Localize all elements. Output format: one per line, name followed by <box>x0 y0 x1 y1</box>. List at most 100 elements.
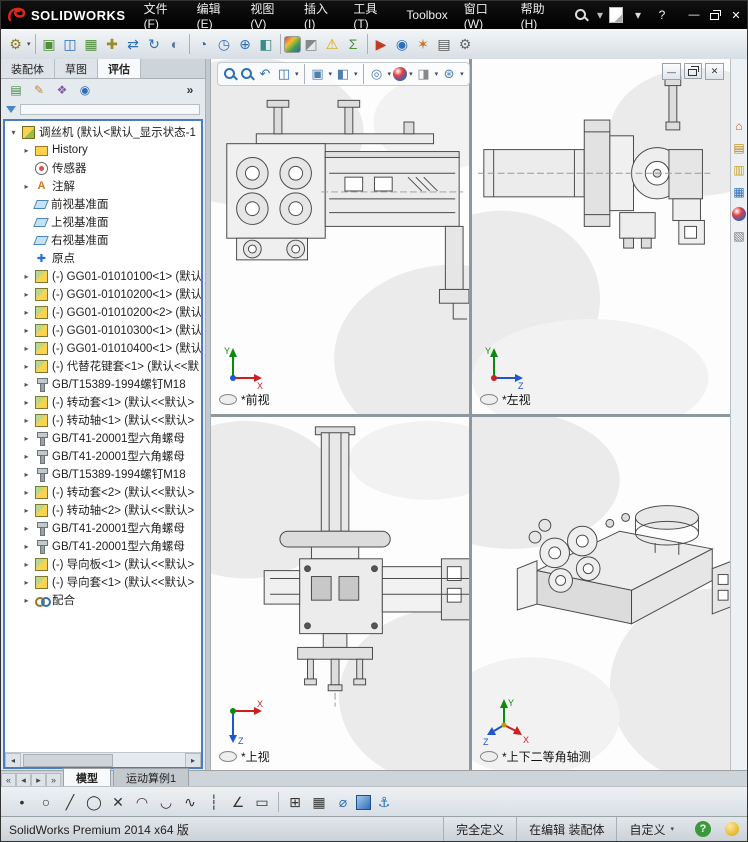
linear-sketch-pattern-icon[interactable]: ▦ <box>308 791 330 813</box>
filter-field[interactable] <box>20 103 200 115</box>
expander-icon[interactable]: ▸ <box>22 146 31 155</box>
first-tab-icon[interactable]: « <box>1 773 16 787</box>
dropdown-caret-icon[interactable]: ▾ <box>435 70 439 78</box>
close-button[interactable]: ✕ <box>725 6 747 24</box>
view-palette-icon[interactable]: ▦ <box>732 185 746 199</box>
section-properties-icon[interactable]: ◧ <box>256 34 277 55</box>
tangent-arc-icon[interactable]: ◡ <box>155 791 177 813</box>
3d-sketch-icon[interactable] <box>356 794 371 810</box>
assembly-visualization-icon[interactable]: ⚠ <box>322 34 343 55</box>
section-view-icon[interactable]: ◫ <box>275 65 293 83</box>
tree-item[interactable]: ▸ (-) GG01-01010400<1> (默认 <box>5 339 201 357</box>
tree-item[interactable]: 前视基准面 <box>5 195 201 213</box>
edit-appearance-icon[interactable] <box>283 35 301 53</box>
doc-restore-icon[interactable] <box>684 63 702 79</box>
displaymanager-icon[interactable]: ◉ <box>75 81 95 99</box>
expander-icon[interactable]: ▸ <box>22 596 31 605</box>
measure-icon[interactable]: ◷ <box>214 34 235 55</box>
expander-icon[interactable]: ▸ <box>22 416 31 425</box>
new-document-caret-icon[interactable]: ▾ <box>629 6 647 24</box>
graphics-area[interactable]: ↶ ◫ ▾ ▣ ▾ ◧ ▾ ◎ ▾ ▾ ◨ ▾ ⊛ ▾ — ✕ Y X *前视 … <box>211 59 730 771</box>
tree-item[interactable]: ▸ (-) GG01-01010300<1> (默认 <box>5 321 201 339</box>
tree-item[interactable]: ▸ (-) 转动轴<2> (默认<<默认> <box>5 501 201 519</box>
appearances-icon[interactable] <box>732 207 746 221</box>
tree-item[interactable]: ▸ GB/T41-20001型六角螺母 <box>5 447 201 465</box>
tree-item[interactable]: ▸ (-) 导向板<1> (默认<<默认> <box>5 555 201 573</box>
expander-icon[interactable]: ▸ <box>22 578 31 587</box>
viewport-isometric[interactable]: Y X Z *上下二等角轴测 <box>472 416 730 771</box>
last-tab-icon[interactable]: » <box>46 773 61 787</box>
apply-scene-icon[interactable]: ◨ <box>415 65 433 83</box>
expander-icon[interactable]: ▸ <box>22 524 31 533</box>
view-orientation-icon[interactable]: ▣ <box>309 65 327 83</box>
commandmanager-tab[interactable]: 草图 <box>55 59 98 78</box>
expander-icon[interactable]: ▸ <box>22 560 31 569</box>
arc-icon[interactable]: ◠ <box>131 791 153 813</box>
customize-dropdown[interactable]: 自定义 ▾ <box>616 817 687 841</box>
document-tab[interactable]: 模型 <box>63 768 111 787</box>
insert-components-icon[interactable]: ▣ <box>39 34 60 55</box>
edit-appearance-icon[interactable] <box>393 67 408 81</box>
expander-icon[interactable]: ▸ <box>22 326 31 335</box>
definition-status[interactable]: 完全定义 <box>443 817 516 841</box>
next-tab-icon[interactable]: ▸ <box>31 773 46 787</box>
bill-of-materials-icon[interactable]: ▤ <box>434 34 455 55</box>
tree-item[interactable]: ▸ (-) 代替花键套<1> (默认<<默 <box>5 357 201 375</box>
apply-scene-icon[interactable]: ◩ <box>301 34 322 55</box>
hide-show-items-icon[interactable]: ◎ <box>368 65 386 83</box>
minimize-button[interactable]: — <box>683 6 705 24</box>
expander-icon[interactable]: ▸ <box>22 362 31 371</box>
zoom-area-icon[interactable] <box>239 66 255 82</box>
exploded-view-icon[interactable]: ✶ <box>413 34 434 55</box>
scroll-right-icon[interactable]: ▸ <box>185 752 201 767</box>
commandmanager-tab[interactable]: 装配体 <box>1 59 55 78</box>
help-icon[interactable]: ? <box>653 6 671 24</box>
tree-item[interactable]: ▸ GB/T15389-1994螺钉M18 <box>5 465 201 483</box>
tree-item[interactable]: 上视基准面 <box>5 213 201 231</box>
tree-item[interactable]: ▸ A 注解 <box>5 177 201 195</box>
previous-view-icon[interactable]: ↶ <box>256 65 274 83</box>
smart-dimension-icon[interactable]: ⌀ <box>332 791 354 813</box>
trim-entities-icon[interactable]: ✕ <box>107 791 129 813</box>
search-icon[interactable] <box>573 7 589 23</box>
expander-icon[interactable]: ▸ <box>22 434 31 443</box>
perimeter-circle-icon[interactable]: ◯ <box>83 791 105 813</box>
expander-icon[interactable]: ▸ <box>22 380 31 389</box>
expander-icon[interactable]: ▸ <box>22 452 31 461</box>
circle-icon[interactable]: ○ <box>35 791 57 813</box>
simulation-icon[interactable]: ▶ <box>371 34 392 55</box>
expander-icon[interactable]: ▸ <box>22 470 31 479</box>
viewport-left[interactable]: Y Z *左视 <box>472 59 730 414</box>
new-document-icon[interactable] <box>609 7 623 23</box>
expander-icon[interactable]: ▸ <box>22 542 31 551</box>
filter-icon[interactable] <box>6 105 16 113</box>
tree-item[interactable]: ▸ GB/T15389-1994螺钉M18 <box>5 375 201 393</box>
menu-item[interactable]: 视图(V) <box>242 1 296 31</box>
menu-item[interactable]: 工具(T) <box>345 1 398 31</box>
tree-item[interactable]: ▸ GB/T41-20001型六角螺母 <box>5 537 201 555</box>
tree-horizontal-scrollbar[interactable]: ◂ ▸ <box>5 752 201 767</box>
configurationmanager-icon[interactable]: ❖ <box>52 81 72 99</box>
expander-icon[interactable]: ▸ <box>22 308 31 317</box>
component-pattern-icon[interactable]: ▦ <box>81 34 102 55</box>
tree-item[interactable]: 右视基准面 <box>5 231 201 249</box>
options-icon[interactable]: ⚙ <box>455 34 476 55</box>
tree-item[interactable]: ▸ History <box>5 141 201 159</box>
tree-item[interactable]: ▸ (-) 转动轴<1> (默认<<默认> <box>5 411 201 429</box>
home-icon[interactable]: ⌂ <box>732 119 746 133</box>
restore-button[interactable] <box>707 8 723 22</box>
dropdown-caret-icon[interactable]: ▾ <box>329 70 333 78</box>
view-settings-icon[interactable]: ⊛ <box>440 65 458 83</box>
mate-icon[interactable]: ◫ <box>60 34 81 55</box>
document-tab[interactable]: 运动算例1 <box>113 768 190 787</box>
tree-item[interactable]: ▸ (-) 转动套<1> (默认<<默认> <box>5 393 201 411</box>
doc-minimize-icon[interactable]: — <box>662 63 681 80</box>
search-area[interactable]: ▾ <box>573 6 609 24</box>
expander-icon[interactable]: ▸ <box>22 344 31 353</box>
expander-icon[interactable]: ▸ <box>22 272 31 281</box>
screw-dropdown-icon[interactable]: ⚙ <box>5 34 26 55</box>
scroll-left-icon[interactable]: ◂ <box>5 752 21 767</box>
menu-item[interactable]: 文件(F) <box>136 1 189 31</box>
quick-tip-icon[interactable] <box>725 822 739 836</box>
centerline-icon[interactable]: ┆ <box>203 791 225 813</box>
